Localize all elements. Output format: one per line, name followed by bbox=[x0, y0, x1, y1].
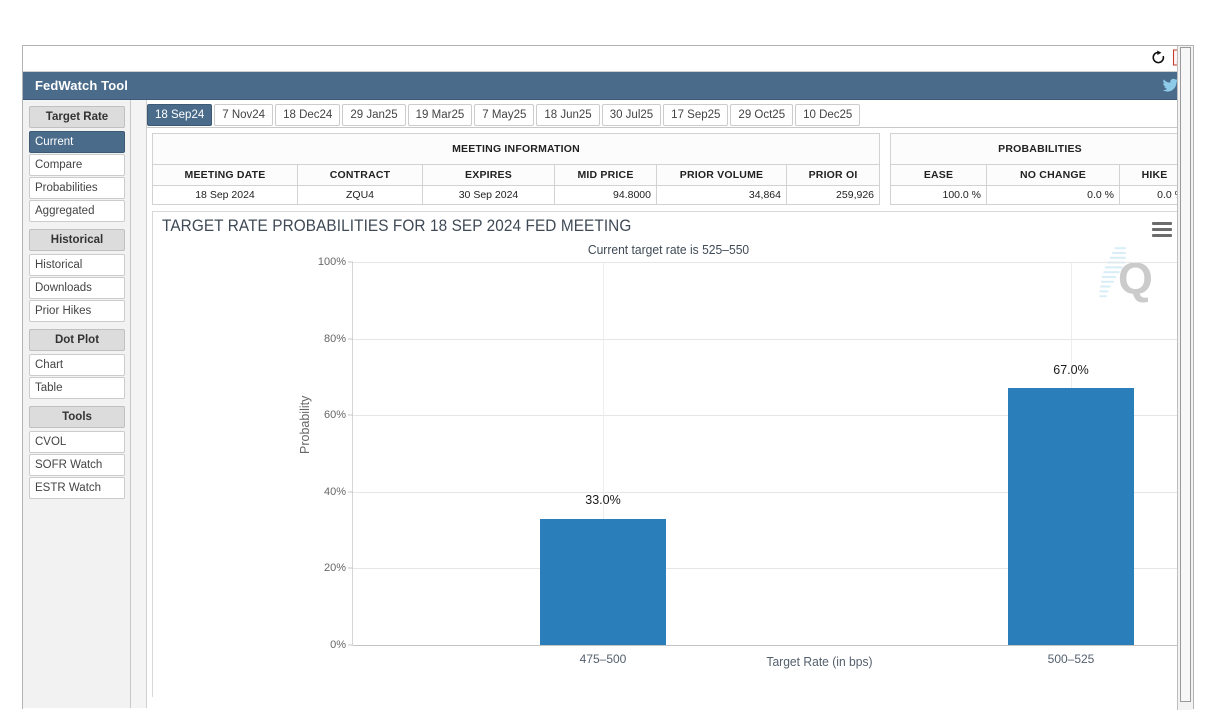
tab-18-dec24[interactable]: 18 Dec24 bbox=[275, 104, 340, 126]
tab-19-mar25[interactable]: 19 Mar25 bbox=[408, 104, 473, 126]
ytick-80: 80% bbox=[324, 333, 346, 345]
main-content: 18 Sep24 7 Nov24 18 Dec24 29 Jan25 19 Ma… bbox=[147, 100, 1193, 708]
sidebar-group-tools: Tools bbox=[29, 406, 125, 428]
x-axis-label: Target Rate (in bps) bbox=[385, 654, 1193, 669]
cell-no-change: 0.0 % bbox=[987, 186, 1120, 205]
sidebar-content-divider bbox=[131, 100, 147, 708]
tab-29-jan25[interactable]: 29 Jan25 bbox=[342, 104, 405, 126]
tab-29-oct25[interactable]: 29 Oct25 bbox=[730, 104, 793, 126]
sidebar-group-historical: Historical bbox=[29, 229, 125, 251]
cell-ease: 100.0 % bbox=[891, 186, 987, 205]
chart-subtitle: Current target rate is 525–550 bbox=[189, 242, 1148, 257]
col-mid-price: MID PRICE bbox=[555, 165, 657, 186]
meeting-information-table: MEETING INFORMATION MEETING DATE CONTRAC… bbox=[152, 133, 880, 205]
meeting-date-tabs: 18 Sep24 7 Nov24 18 Dec24 29 Jan25 19 Ma… bbox=[147, 100, 1193, 128]
sidebar-group-dot-plot: Dot Plot bbox=[29, 329, 125, 351]
probability-chart-panel: TARGET RATE PROBABILITIES FOR 18 SEP 202… bbox=[152, 211, 1185, 697]
tab-18-jun25[interactable]: 18 Jun25 bbox=[536, 104, 599, 126]
sidebar-item-current[interactable]: Current bbox=[29, 131, 125, 153]
col-no-change: NO CHANGE bbox=[987, 165, 1120, 186]
meeting-information-title: MEETING INFORMATION bbox=[153, 134, 880, 165]
sidebar-item-probabilities[interactable]: Probabilities bbox=[29, 177, 125, 199]
ytick-20: 20% bbox=[324, 562, 346, 574]
tab-7-nov24[interactable]: 7 Nov24 bbox=[214, 104, 273, 126]
x-axis-line bbox=[353, 645, 1193, 646]
hamburger-menu-icon[interactable] bbox=[1152, 222, 1172, 240]
cell-mid-price: 94.8000 bbox=[555, 186, 657, 205]
ytick-100: 100% bbox=[318, 256, 346, 268]
fedwatch-application-frame: FedWatch Tool Target Rate Current Compar… bbox=[22, 45, 1194, 709]
sidebar-item-aggregated[interactable]: Aggregated bbox=[29, 200, 125, 222]
table-row: 18 Sep 2024 ZQU4 30 Sep 2024 94.8000 34,… bbox=[153, 186, 880, 205]
sidebar: Target Rate Current Compare Probabilitie… bbox=[23, 100, 131, 708]
sidebar-item-estr-watch[interactable]: ESTR Watch bbox=[29, 477, 125, 499]
vertical-scrollbar[interactable] bbox=[1177, 46, 1193, 710]
gridline-100 bbox=[353, 262, 1193, 263]
plot-area: 100% 80% 60% 40% 20% 0% 33.0% 67.0% bbox=[352, 262, 1193, 645]
sidebar-item-chart[interactable]: Chart bbox=[29, 354, 125, 376]
sidebar-item-historical[interactable]: Historical bbox=[29, 254, 125, 276]
window-title-bar: FedWatch Tool bbox=[23, 72, 1193, 100]
summary-tables-row: MEETING INFORMATION MEETING DATE CONTRAC… bbox=[147, 128, 1193, 205]
screenshot-root: FedWatch Tool Target Rate Current Compar… bbox=[0, 0, 1216, 709]
cell-contract: ZQU4 bbox=[298, 186, 423, 205]
bar-label-475-500: 33.0% bbox=[585, 493, 620, 507]
sidebar-item-sofr-watch[interactable]: SOFR Watch bbox=[29, 454, 125, 476]
y-axis-label: Probability bbox=[298, 396, 312, 454]
sidebar-item-prior-hikes[interactable]: Prior Hikes bbox=[29, 300, 125, 322]
cell-prior-volume: 34,864 bbox=[657, 186, 787, 205]
utility-bar bbox=[23, 46, 1193, 72]
page-title: FedWatch Tool bbox=[35, 78, 128, 93]
bar-500-525[interactable] bbox=[1008, 388, 1134, 645]
tab-30-jul25[interactable]: 30 Jul25 bbox=[602, 104, 661, 126]
ytick-40: 40% bbox=[324, 486, 346, 498]
chart-title: TARGET RATE PROBABILITIES FOR 18 SEP 202… bbox=[162, 217, 631, 236]
sidebar-group-target-rate: Target Rate bbox=[29, 106, 125, 128]
bar-label-500-525: 67.0% bbox=[1053, 363, 1088, 377]
scrollbar-thumb[interactable] bbox=[1180, 47, 1191, 702]
probabilities-title: PROBABILITIES bbox=[891, 134, 1190, 165]
ytick-60: 60% bbox=[324, 409, 346, 421]
col-contract: CONTRACT bbox=[298, 165, 423, 186]
col-prior-oi: PRIOR OI bbox=[787, 165, 880, 186]
tab-7-may25[interactable]: 7 May25 bbox=[474, 104, 534, 126]
sidebar-item-compare[interactable]: Compare bbox=[29, 154, 125, 176]
col-expires: EXPIRES bbox=[423, 165, 555, 186]
ytick-0: 0% bbox=[330, 639, 346, 651]
col-ease: EASE bbox=[891, 165, 987, 186]
col-prior-volume: PRIOR VOLUME bbox=[657, 165, 787, 186]
refresh-icon[interactable] bbox=[1151, 49, 1166, 66]
tab-18-sep24[interactable]: 18 Sep24 bbox=[147, 104, 212, 126]
col-meeting-date: MEETING DATE bbox=[153, 165, 298, 186]
sidebar-item-cvol[interactable]: CVOL bbox=[29, 431, 125, 453]
cell-expires: 30 Sep 2024 bbox=[423, 186, 555, 205]
application-body: Target Rate Current Compare Probabilitie… bbox=[23, 100, 1193, 708]
bar-475-500[interactable] bbox=[540, 519, 666, 645]
probabilities-table: PROBABILITIES EASE NO CHANGE HIKE 100.0 … bbox=[890, 133, 1190, 205]
sidebar-item-table[interactable]: Table bbox=[29, 377, 125, 399]
table-row: 100.0 % 0.0 % 0.0 % bbox=[891, 186, 1190, 205]
tab-10-dec25[interactable]: 10 Dec25 bbox=[795, 104, 860, 126]
cell-prior-oi: 259,926 bbox=[787, 186, 880, 205]
sidebar-item-downloads[interactable]: Downloads bbox=[29, 277, 125, 299]
cell-meeting-date: 18 Sep 2024 bbox=[153, 186, 298, 205]
tab-17-sep25[interactable]: 17 Sep25 bbox=[663, 104, 728, 126]
gridline-80 bbox=[353, 339, 1193, 340]
